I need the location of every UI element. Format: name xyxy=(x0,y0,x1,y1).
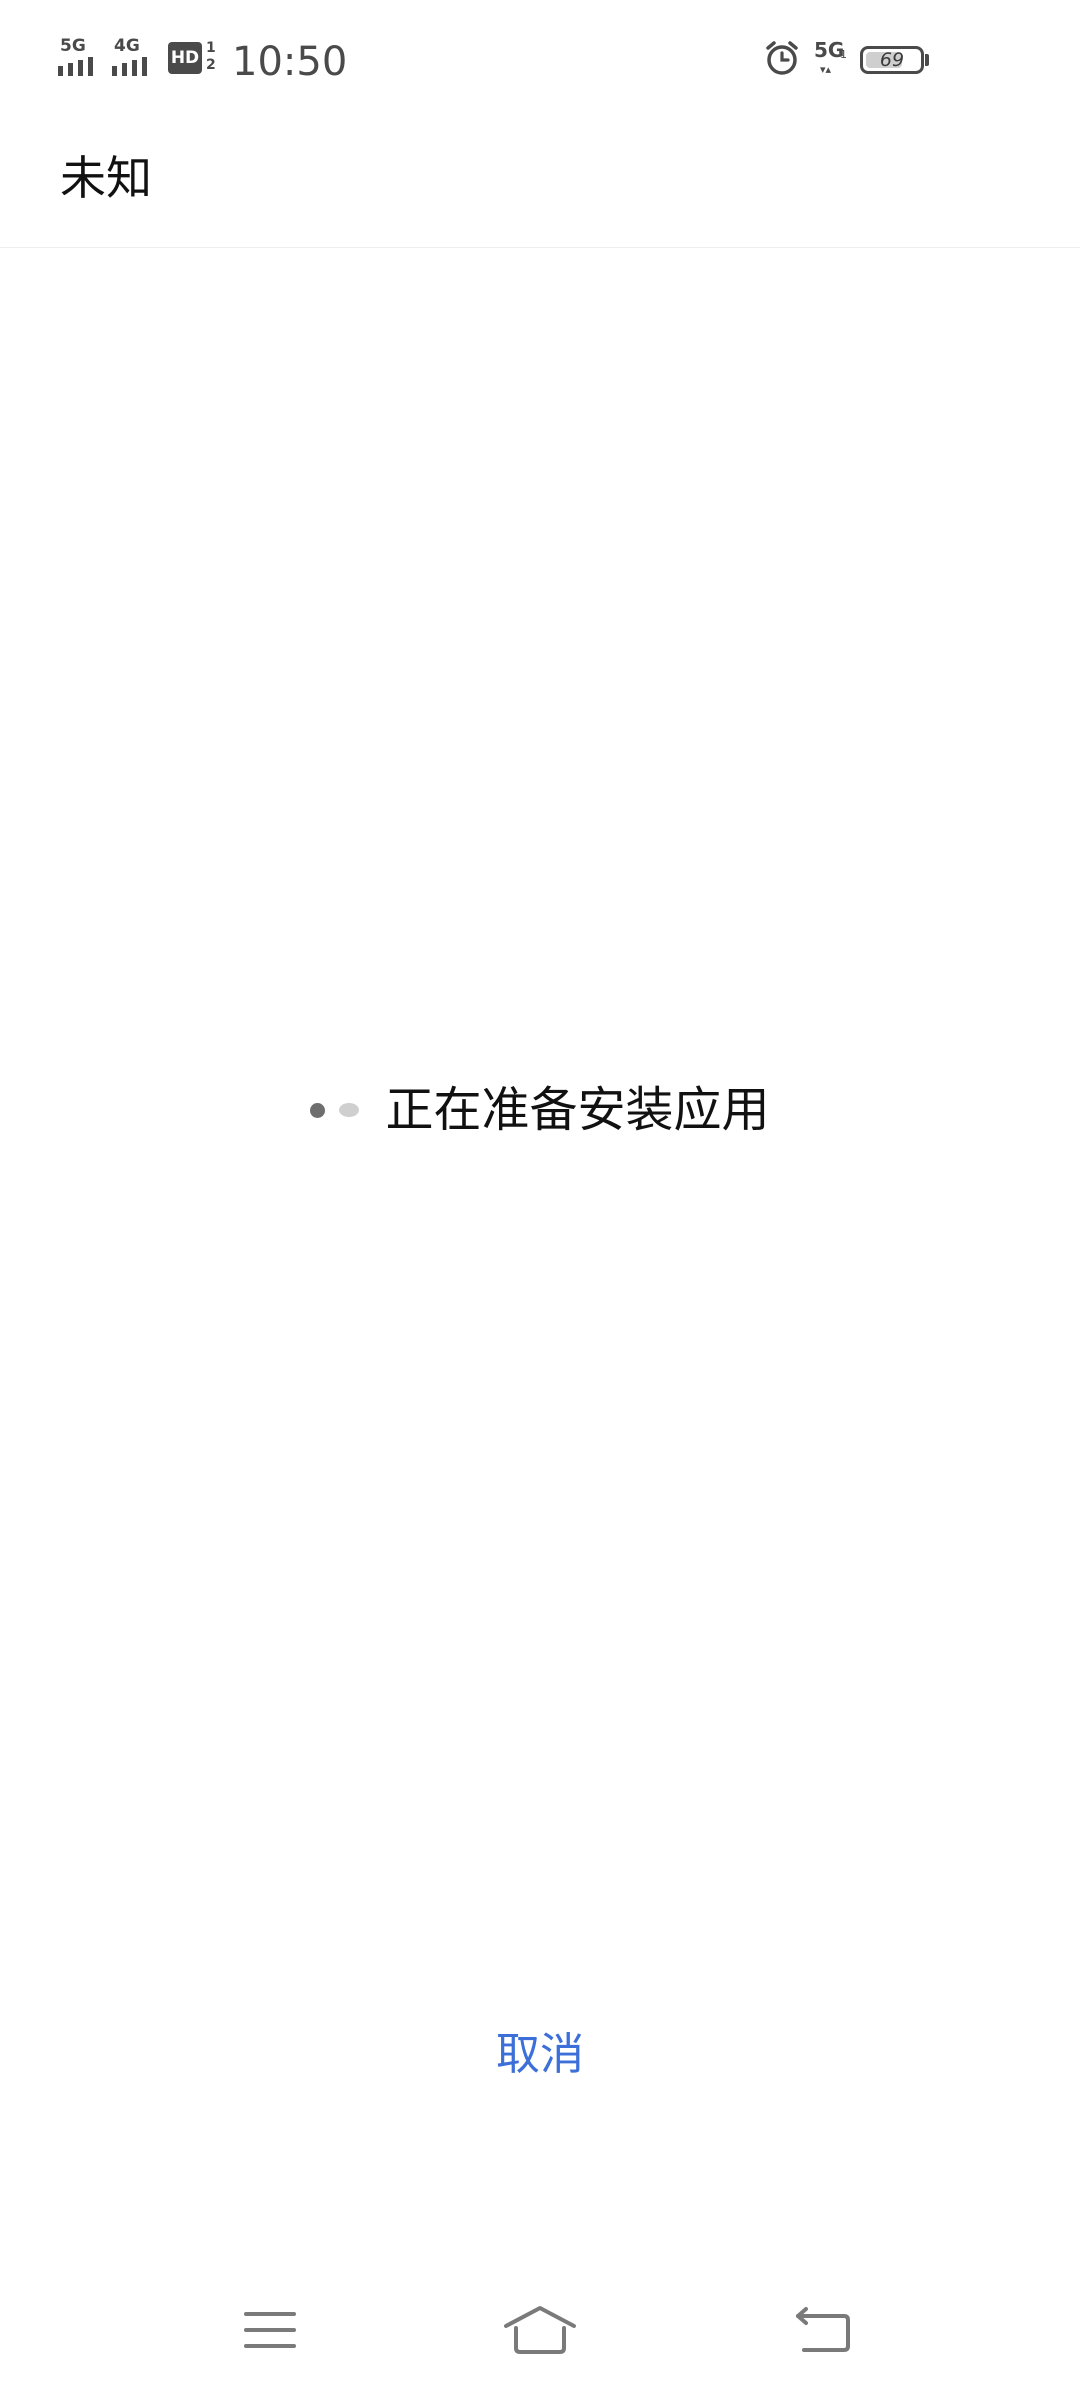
menu-button[interactable] xyxy=(200,2260,340,2400)
app-header: 未知 xyxy=(0,120,1080,248)
sim2-network-label: 4G xyxy=(114,36,140,56)
loading-dot xyxy=(339,1103,360,1117)
loading-dot xyxy=(310,1102,326,1118)
status-clock: 10:50 xyxy=(232,39,348,85)
sim1-signal-icon: 5G xyxy=(58,38,110,78)
hd-sim-indicator: 1 2 xyxy=(206,40,216,73)
loading-spinner-icon xyxy=(310,1102,360,1118)
alarm-icon xyxy=(764,40,800,76)
battery-level: 69 xyxy=(879,49,905,71)
mobile-data-icon: 5G 1 ▾▴ xyxy=(814,40,854,80)
back-button[interactable] xyxy=(752,2260,892,2400)
loading-message: 正在准备安装应用 xyxy=(385,1082,770,1138)
install-progress: 正在准备安装应用 xyxy=(0,1080,1080,1140)
cancel-button[interactable]: 取消 xyxy=(440,2020,640,2090)
battery-tip xyxy=(925,54,929,66)
data-sim-label: 1 xyxy=(840,48,847,61)
data-activity-arrows: ▾▴ xyxy=(820,63,832,76)
home-icon xyxy=(502,2304,578,2356)
sim2-signal-icon: 4G xyxy=(112,38,164,78)
install-screen: 5G 4G HD 1 2 10:50 5G 1 ▾▴ 69 未知 正在准备安装应… xyxy=(0,0,1080,2400)
sim1-network-label: 5G xyxy=(60,36,86,56)
navigation-bar xyxy=(0,2260,1080,2400)
status-bar: 5G 4G HD 1 2 10:50 5G 1 ▾▴ 69 xyxy=(0,0,1080,120)
home-button[interactable] xyxy=(470,2260,610,2400)
menu-icon xyxy=(242,2308,298,2352)
hd-voice-icon: HD xyxy=(168,42,202,74)
app-name-title: 未知 xyxy=(60,151,152,205)
battery-icon: 69 xyxy=(860,46,924,74)
back-icon xyxy=(792,2306,852,2354)
